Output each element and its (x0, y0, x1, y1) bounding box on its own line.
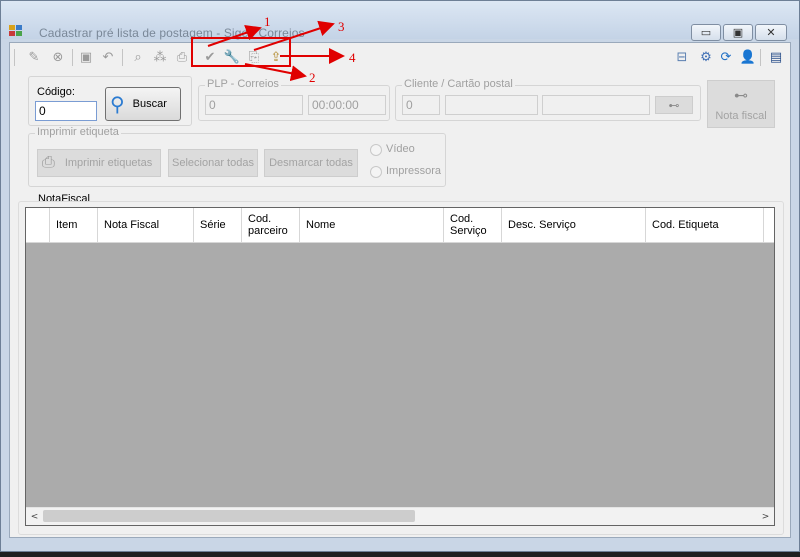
refresh-icon[interactable]: ⟳ (718, 49, 734, 65)
video-radio-label: Vídeo (386, 143, 415, 155)
title-bar: Cadastrar pré lista de postagem - Sigep … (1, 1, 799, 41)
scanner-icon[interactable]: ⎘ (246, 49, 262, 65)
video-radio[interactable] (370, 144, 382, 156)
plp-group: PLP - Correios 0 00:00:00 (198, 78, 390, 121)
horizontal-scrollbar[interactable]: < > (26, 507, 774, 525)
binoculars-icon: ⊷ (734, 86, 748, 103)
plp-time-field[interactable]: 00:00:00 (308, 95, 386, 115)
annotation-label-2: 2 (309, 70, 316, 85)
binoculars-icon: ⊷ (668, 99, 680, 112)
column-header-cod-parceiro[interactable]: Cod. parceiro (242, 208, 300, 242)
imprimir-group-title: Imprimir etiqueta (35, 126, 121, 138)
save-icon[interactable]: ▣ (78, 49, 94, 65)
desmarcar-todas-button[interactable]: Desmarcar todas (264, 149, 358, 177)
codigo-group: Código: 0 ⚲ Buscar (28, 76, 192, 126)
settings-icon[interactable]: ⚙ (698, 49, 714, 65)
app-icon (9, 25, 25, 39)
column-header-nota-fiscal[interactable]: Nota Fiscal (98, 208, 194, 242)
print-icon[interactable]: ⎙ (174, 49, 190, 65)
check-icon[interactable]: ✔ (202, 49, 218, 65)
imprimir-etiquetas-label: Imprimir etiquetas (64, 157, 153, 169)
column-header-nome[interactable]: Nome (300, 208, 444, 242)
cancel-icon[interactable]: ⊗ (50, 49, 66, 65)
nota-fiscal-button[interactable]: ⊷ Nota fiscal (707, 80, 775, 128)
scroll-thumb[interactable] (43, 510, 415, 522)
toolbar-grip (14, 49, 15, 66)
codigo-label: Código: (37, 86, 75, 98)
buscar-button[interactable]: ⚲ Buscar (105, 87, 181, 121)
close-button[interactable]: ✕ (755, 24, 787, 41)
maximize-icon: ▣ (732, 26, 744, 39)
nota-fiscal-label: Nota fiscal (715, 109, 767, 122)
cartao-postal-field[interactable] (542, 95, 650, 115)
plp-number-field[interactable]: 0 (205, 95, 303, 115)
cliente-group-title: Cliente / Cartão postal (402, 78, 515, 90)
toolbar-separator (72, 49, 73, 66)
main-window: Cadastrar pré lista de postagem - Sigep … (0, 0, 800, 552)
notafiscal-grid[interactable]: Item Nota Fiscal Série Cod. parceiro Nom… (25, 207, 775, 526)
scroll-right-icon[interactable]: > (757, 508, 774, 525)
toolbar-separator (760, 49, 761, 66)
impressora-radio-label: Impressora (386, 165, 442, 177)
magnifier-icon: ⚲ (110, 93, 125, 116)
toolbar-separator (122, 49, 123, 66)
export-icon[interactable]: ⇪ (268, 49, 284, 65)
plp-group-title: PLP - Correios (205, 78, 281, 90)
column-header-cod-servico[interactable]: Cod. Serviço (444, 208, 502, 242)
maximize-button[interactable]: ▣ (723, 24, 753, 41)
annotation-label-1: 1 (264, 14, 271, 29)
minimize-button[interactable]: ▭ (691, 24, 721, 41)
search-icon[interactable]: ⌕ (130, 49, 146, 65)
wrench-icon[interactable]: 🔧 (224, 49, 240, 65)
sidebar-icon[interactable]: ▤ (768, 49, 784, 65)
printer-icon: ⎙ (42, 154, 55, 171)
grid-header: Item Nota Fiscal Série Cod. parceiro Nom… (26, 208, 774, 243)
network-icon[interactable]: ⁂ (152, 49, 168, 65)
close-icon: ✕ (766, 26, 776, 39)
annotation-label-3: 3 (338, 19, 345, 34)
column-header-item[interactable]: Item (50, 208, 98, 242)
row-header-cell (26, 208, 50, 242)
cliente-search-button[interactable]: ⊷ (655, 96, 693, 114)
scroll-left-icon[interactable]: < (26, 508, 43, 525)
column-header-cod-etiqueta[interactable]: Cod. Etiqueta (646, 208, 764, 242)
user-icon[interactable]: 👤 (740, 49, 756, 65)
buscar-label: Buscar (132, 98, 167, 110)
edit-icon[interactable]: ✎ (26, 49, 42, 65)
annotation-label-4: 4 (349, 50, 356, 65)
column-header-serie[interactable]: Série (194, 208, 242, 242)
impressora-radio[interactable] (370, 166, 382, 178)
toolbar: ✎ ⊗ ▣ ↶ ⌕ ⁂ ⎙ ✔ 🔧 ⎘ ⇪ ⊟ ⚙ ⟳ 👤 ▤ (10, 43, 790, 71)
minimize-icon: ▭ (700, 26, 712, 39)
cliente-name-field[interactable] (445, 95, 538, 115)
imprimir-group: Imprimir etiqueta ⎙ Imprimir etiquetas S… (28, 126, 446, 187)
codigo-input[interactable]: 0 (35, 101, 97, 121)
imprimir-etiquetas-button[interactable]: ⎙ Imprimir etiquetas (37, 149, 161, 177)
cliente-code-field[interactable]: 0 (402, 95, 440, 115)
pc-icon[interactable]: ⊟ (674, 49, 690, 65)
undo-icon[interactable]: ↶ (100, 49, 116, 65)
cliente-group: Cliente / Cartão postal 0 ⊷ (395, 78, 701, 121)
column-header-desc-servico[interactable]: Desc. Serviço (502, 208, 646, 242)
selecionar-todas-button[interactable]: Selecionar todas (168, 149, 258, 177)
